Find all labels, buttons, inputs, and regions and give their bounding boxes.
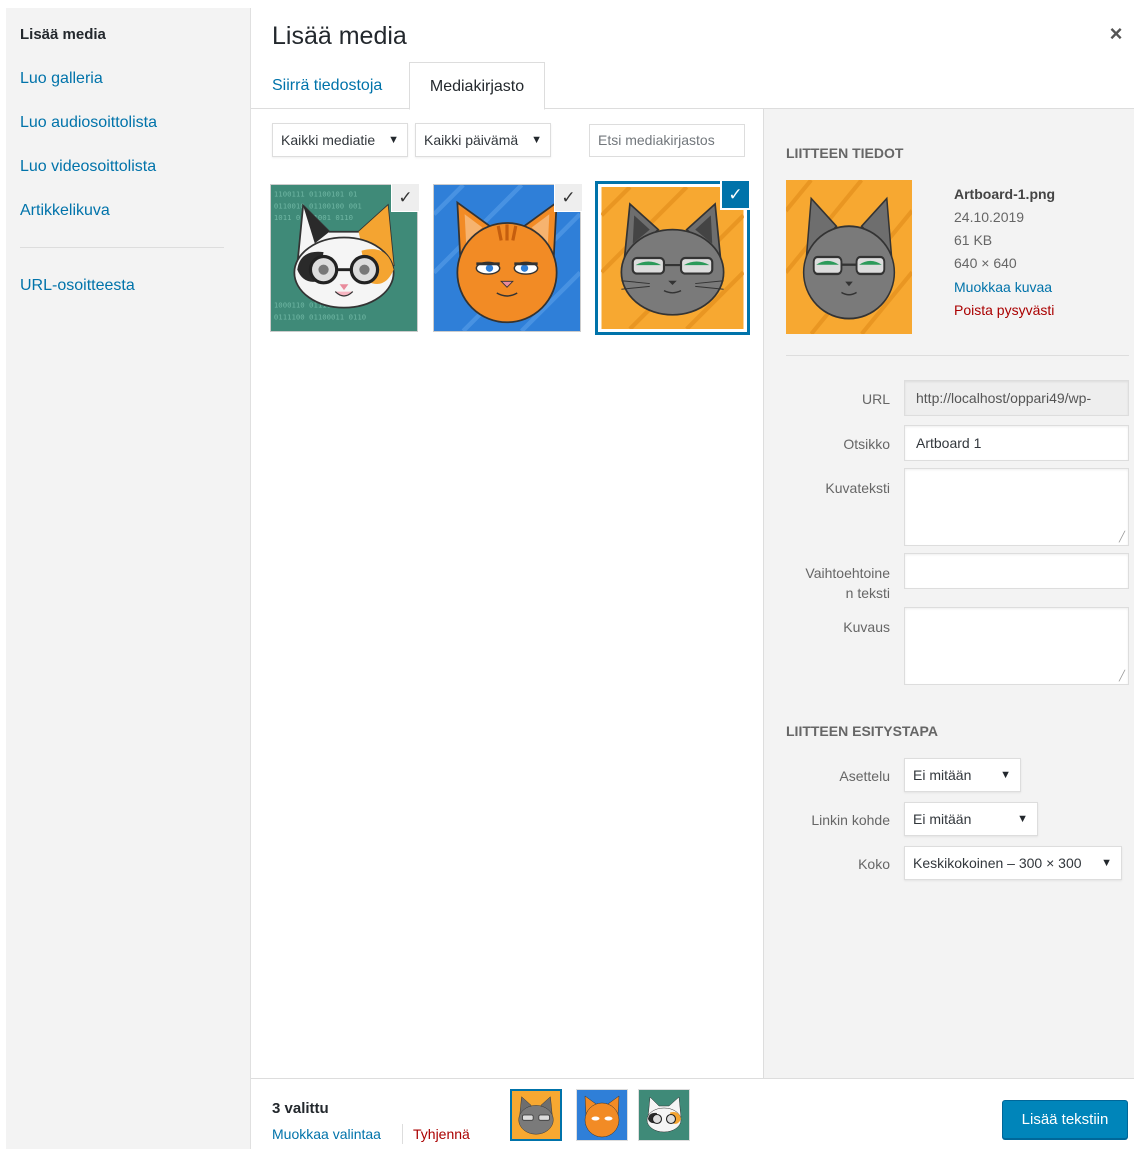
insert-into-post-button[interactable]: Lisää tekstiin bbox=[1002, 1100, 1128, 1139]
chevron-down-icon: ▼ bbox=[1101, 857, 1112, 869]
edit-selection-link[interactable]: Muokkaa valintaa bbox=[272, 1126, 381, 1142]
media-menu-sidebar: Lisää media Luo galleria Luo audiosoitto… bbox=[6, 8, 251, 1149]
clear-selection-link[interactable]: Tyhjennä bbox=[413, 1126, 470, 1142]
attachment-filesize: 61 KB bbox=[954, 232, 993, 248]
url-label: URL bbox=[861, 391, 890, 407]
selection-count: 3 valittu bbox=[272, 1100, 329, 1117]
title-label: Otsikko bbox=[843, 436, 890, 452]
url-field[interactable]: http://localhost/oppari49/wp- bbox=[904, 380, 1129, 416]
delete-permanently-link[interactable]: Poista pysyvästi bbox=[954, 302, 1054, 318]
caption-label: Kuvateksti bbox=[825, 480, 890, 496]
alt-text-field[interactable] bbox=[904, 553, 1129, 589]
modal-title: Lisää media bbox=[272, 22, 407, 50]
grey-cat-glasses-icon bbox=[512, 1091, 560, 1139]
link-separator bbox=[402, 1124, 403, 1144]
alignment-select[interactable]: Ei mitään ▼ bbox=[904, 758, 1021, 792]
sidebar-item-insert-from-url[interactable]: URL-osoitteesta bbox=[20, 277, 135, 295]
sidebar-item-create-audio-playlist[interactable]: Luo audiosoittolista bbox=[20, 114, 157, 132]
media-modal: Lisää media Luo galleria Luo audiosoitto… bbox=[6, 8, 1134, 1149]
description-textarea[interactable]: ╱ bbox=[904, 607, 1129, 685]
tab-media-library[interactable]: Mediakirjasto bbox=[409, 62, 545, 110]
sidebar-item-featured-image[interactable]: Artikkelikuva bbox=[20, 202, 110, 220]
attachment-preview bbox=[786, 180, 912, 334]
alignment-label: Asettelu bbox=[839, 768, 890, 784]
display-settings-heading: Liitteen esitystapa bbox=[786, 723, 938, 739]
attachment-thumb-calico[interactable]: 1100111 01100101 01 0110010 01100100 001… bbox=[270, 184, 419, 332]
attachment-thumb-orange[interactable]: ✓ bbox=[433, 184, 582, 332]
size-label: Koko bbox=[858, 856, 890, 872]
description-label: Kuvaus bbox=[843, 619, 890, 635]
selection-thumb-calico[interactable] bbox=[638, 1089, 690, 1141]
attachment-filename: Artboard-1.png bbox=[954, 186, 1056, 202]
attachment-thumb-grey[interactable]: ✓ bbox=[595, 181, 750, 335]
link-to-label: Linkin kohde bbox=[811, 812, 890, 828]
chevron-down-icon: ▼ bbox=[388, 134, 399, 146]
chevron-down-icon: ▼ bbox=[531, 134, 542, 146]
size-value: Keskikokoinen – 300 × 300 bbox=[913, 855, 1082, 871]
media-type-filter[interactable]: Kaikki mediatie ▼ bbox=[272, 123, 408, 157]
alignment-value: Ei mitään bbox=[913, 767, 972, 783]
date-filter-value: Kaikki päivämä bbox=[424, 132, 519, 148]
selection-thumb-orange[interactable] bbox=[576, 1089, 628, 1141]
sidebar-separator bbox=[20, 247, 224, 248]
title-field[interactable]: Artboard 1 bbox=[904, 425, 1129, 461]
media-toolbar-bottom: 3 valittu Muokkaa valintaa Tyhjennä Lisä… bbox=[251, 1078, 1134, 1149]
date-filter[interactable]: Kaikki päivämä ▼ bbox=[415, 123, 551, 157]
calico-cat-glasses-icon bbox=[639, 1090, 689, 1140]
sidebar-item-create-gallery[interactable]: Luo galleria bbox=[20, 70, 103, 88]
tab-upload-files[interactable]: Siirrä tiedostoja bbox=[272, 62, 382, 109]
chevron-down-icon: ▼ bbox=[1017, 813, 1028, 825]
resize-handle-icon[interactable]: ╱ bbox=[1119, 671, 1125, 682]
grey-cat-glasses-image bbox=[786, 180, 912, 334]
resize-handle-icon[interactable]: ╱ bbox=[1119, 532, 1125, 543]
sidebar-item-create-video-playlist[interactable]: Luo videosoittolista bbox=[20, 158, 156, 176]
check-icon[interactable]: ✓ bbox=[722, 181, 749, 208]
check-icon[interactable]: ✓ bbox=[392, 184, 419, 211]
svg-text:0110010 01100100 001: 0110010 01100100 001 bbox=[274, 201, 362, 210]
router-tabs: Siirrä tiedostoja Mediakirjasto bbox=[251, 62, 1134, 110]
sidebar-item-add-media[interactable]: Lisää media bbox=[20, 26, 106, 43]
check-icon[interactable]: ✓ bbox=[555, 184, 582, 211]
attachment-details-heading: Liitteen tiedot bbox=[786, 145, 904, 161]
svg-text:1100111 01100101 01: 1100111 01100101 01 bbox=[274, 190, 357, 199]
link-to-value: Ei mitään bbox=[913, 811, 972, 827]
caption-textarea[interactable]: ╱ bbox=[904, 468, 1129, 546]
svg-text:0111100 01100011 0110: 0111100 01100011 0110 bbox=[274, 312, 366, 321]
close-icon[interactable]: × bbox=[1104, 22, 1128, 46]
media-type-filter-value: Kaikki mediatie bbox=[281, 132, 376, 148]
alt-text-label-line2: n teksti bbox=[845, 585, 890, 601]
grey-cat-glasses-image bbox=[601, 187, 744, 329]
attachment-dimensions: 640 × 640 bbox=[954, 255, 1017, 271]
attachment-date: 24.10.2019 bbox=[954, 209, 1025, 225]
edit-image-link[interactable]: Muokkaa kuvaa bbox=[954, 279, 1052, 295]
search-input[interactable]: Etsi mediakirjastos bbox=[589, 124, 745, 157]
details-divider bbox=[786, 355, 1129, 356]
chevron-down-icon: ▼ bbox=[1000, 769, 1011, 781]
alt-text-label-line1: Vaihtoehtoine bbox=[805, 565, 890, 581]
attachment-details-panel: Liitteen tiedot Artboard-1.png bbox=[763, 109, 1134, 1078]
orange-tabby-cat-icon bbox=[577, 1090, 627, 1140]
size-select[interactable]: Keskikokoinen – 300 × 300 ▼ bbox=[904, 846, 1122, 880]
link-to-select[interactable]: Ei mitään ▼ bbox=[904, 802, 1038, 836]
selection-thumb-grey[interactable] bbox=[510, 1089, 562, 1141]
